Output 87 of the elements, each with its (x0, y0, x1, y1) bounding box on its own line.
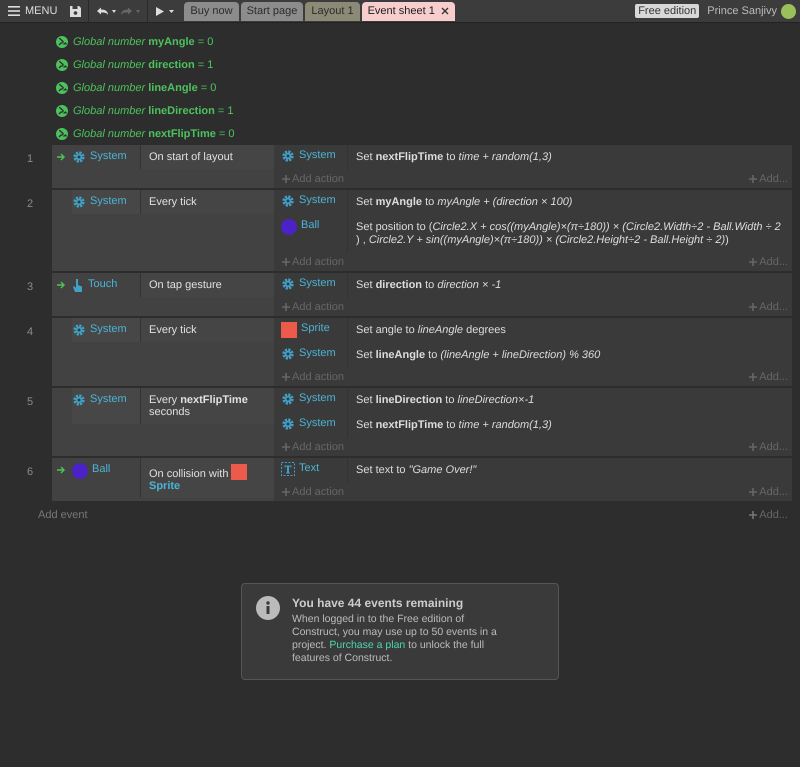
event-number: 4 (26, 325, 34, 340)
plus-icon (282, 373, 290, 381)
object-name[interactable]: System (299, 149, 336, 161)
action-text: Set text to "Game Over!" (355, 463, 478, 478)
condition-text: On tap gesture (149, 279, 222, 291)
tab[interactable]: Layout 1 (305, 2, 360, 20)
ball-icon (72, 463, 88, 479)
event-number: 3 (26, 280, 34, 295)
plus-icon (282, 175, 290, 183)
object-name[interactable]: System (299, 277, 336, 289)
condition-text: On collision with (149, 468, 228, 480)
gear-icon (281, 277, 295, 291)
save-icon[interactable] (69, 4, 82, 18)
sprite-icon (231, 464, 248, 480)
global-variable: Global number nextFlipTime = 0 (73, 128, 235, 140)
tab[interactable]: Buy now (184, 2, 239, 20)
object-name[interactable]: System (299, 392, 336, 404)
notice-text: When logged in to the Free edition of Construct, you may use up to 50 events in a project. Purchase a plan to unlock the full features of Construct. (292, 613, 498, 665)
purchase-link[interactable]: Purchase a plan (329, 639, 406, 651)
action-text: Set lineAngle to (lineAngle + lineDirection) % 360 (355, 348, 602, 363)
play-icon[interactable] (154, 6, 176, 16)
close-icon[interactable] (440, 7, 449, 15)
condition-text: Every nextFlipTime seconds (149, 394, 248, 418)
global-variable: Global number lineDirection = 1 (73, 104, 234, 116)
plus-icon (749, 258, 758, 266)
ball-icon (281, 219, 297, 235)
gear-icon (281, 194, 295, 208)
global-variable: Global number myAngle = 0 (73, 36, 214, 48)
gear-icon (72, 150, 86, 164)
object-name[interactable]: Text (299, 462, 320, 474)
info-icon (256, 596, 280, 620)
event-number: 6 (26, 465, 34, 480)
gear-icon (281, 149, 295, 163)
event-number: 2 (26, 197, 34, 212)
object-name[interactable]: Ball (92, 463, 110, 475)
tab[interactable]: Start page (240, 2, 304, 20)
object-name[interactable]: System (90, 150, 127, 162)
add-event-link[interactable]: Add event (38, 509, 88, 521)
action-text: Set angle to lineAngle degrees (355, 323, 507, 338)
object-name[interactable]: System (90, 195, 127, 207)
action-text: Set direction to direction × -1 (355, 278, 502, 293)
global-variable: Global number direction = 1 (73, 58, 214, 70)
action-text: Set lineDirection to lineDirection×-1 (355, 393, 536, 408)
object-name[interactable]: Sprite (301, 322, 330, 334)
hand-icon (72, 278, 84, 292)
plus-icon (282, 303, 290, 311)
menu-button[interactable]: MENU (6, 0, 64, 22)
user-name[interactable]: Prince Sanjivy (707, 5, 777, 17)
plus-icon (749, 443, 758, 451)
object-name[interactable]: System (90, 323, 127, 335)
action-text: Set nextFlipTime to time + random(1,3) (355, 418, 553, 433)
condition-text: On start of layout (149, 151, 233, 163)
notice-title: You have 44 events remaining (292, 596, 464, 610)
text-icon (281, 462, 295, 476)
event-number: 5 (26, 395, 34, 410)
object-parameter[interactable]: Sprite (149, 480, 180, 492)
plus-icon (749, 373, 758, 381)
plus-icon (749, 511, 758, 519)
plus-icon (749, 488, 758, 496)
object-name[interactable]: System (299, 347, 336, 359)
condition-text: Every tick (149, 196, 197, 208)
action-text: Set nextFlipTime to time + random(1,3) (355, 150, 553, 165)
sprite-icon (281, 322, 297, 338)
menu-icon (8, 6, 20, 16)
object-name[interactable]: Ball (301, 219, 320, 231)
global-variable: Global number lineAngle = 0 (73, 82, 216, 94)
add-more-link[interactable]: Add... (749, 509, 788, 521)
plus-icon (282, 488, 290, 496)
edition-badge: Free edition (635, 4, 700, 18)
action-text: Set position to (Circle2.X + cos((myAngle)×(π÷180)) × (Circle2.Width÷2 - Ball.Width ÷ 2) , Circle2.Y + sin((myAngle)×(π÷180)) × (Circle2.Height÷2 - Ball.Height ÷ 2)) (355, 220, 782, 248)
action-text: Set myAngle to myAngle + (direction × 100) (355, 195, 574, 210)
object-name[interactable]: System (299, 417, 336, 429)
plus-icon (749, 303, 758, 311)
object-name[interactable]: Touch (88, 278, 118, 290)
avatar[interactable] (781, 4, 796, 18)
event-number: 1 (26, 152, 34, 167)
gear-icon (281, 417, 295, 431)
undo-icon[interactable] (95, 6, 118, 16)
gear-icon (281, 347, 295, 361)
gear-icon (281, 392, 295, 406)
plus-icon (282, 443, 290, 451)
object-name[interactable]: System (90, 393, 127, 405)
object-name[interactable]: System (299, 194, 336, 206)
tab[interactable]: Event sheet 1 (362, 2, 455, 20)
plus-icon (282, 258, 290, 266)
condition-text: Every tick (149, 324, 197, 336)
plus-icon (749, 175, 758, 183)
